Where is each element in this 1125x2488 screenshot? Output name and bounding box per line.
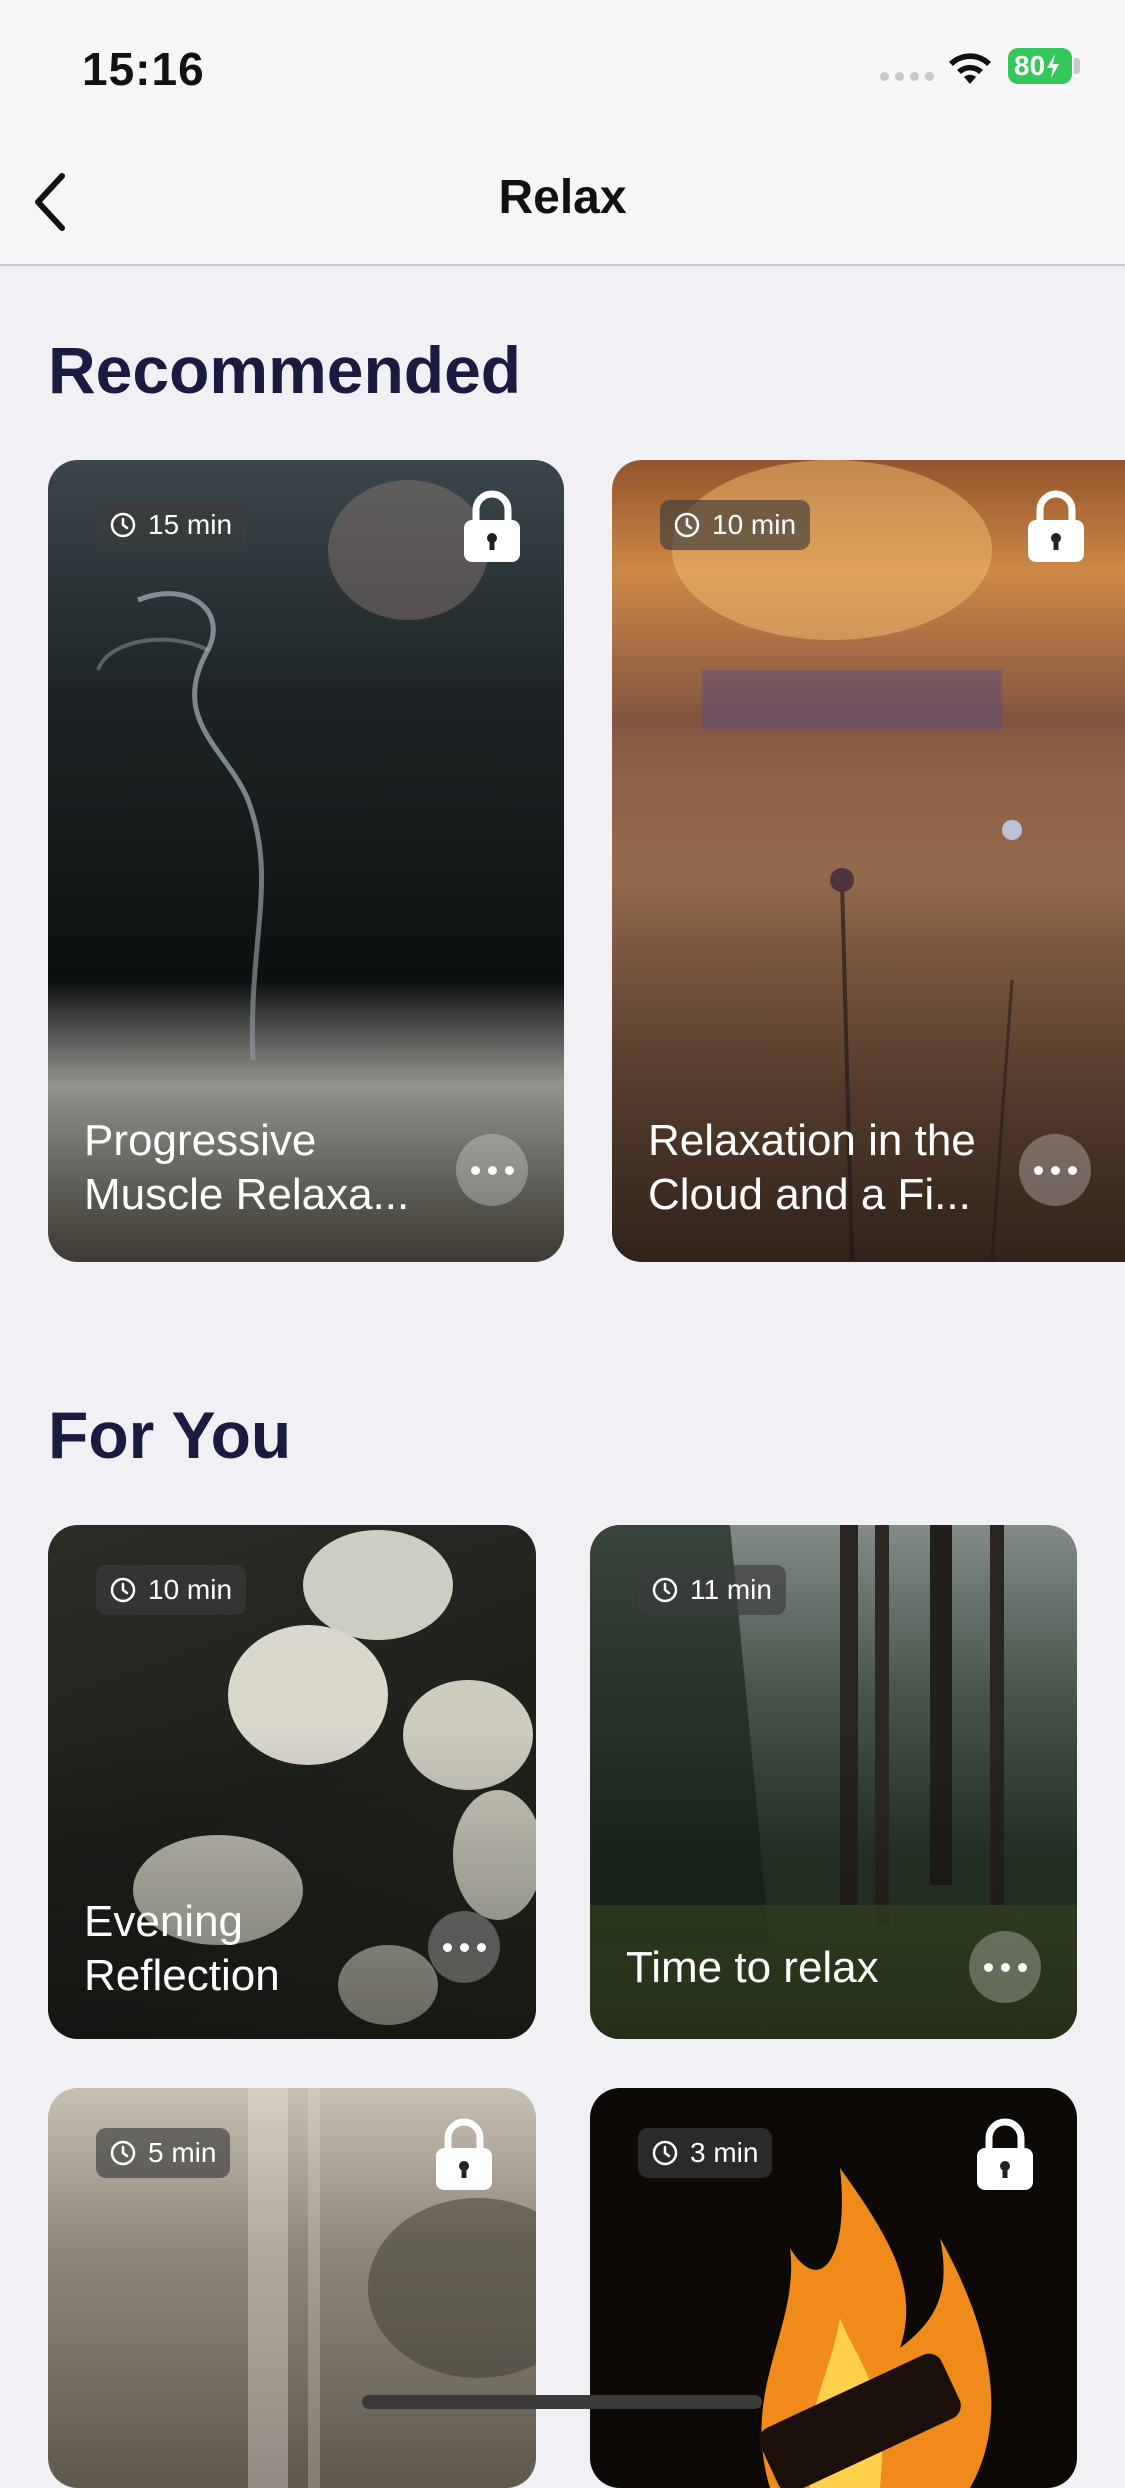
card-title: Relaxation in the Cloud and a Fi... [648,1116,976,1219]
card-3-min[interactable]: 3 min [590,2088,1077,2488]
duration-text: 15 min [148,509,233,540]
card-time-to-relax[interactable]: 11 min Time to relax [590,1525,1077,2039]
duration-text: 3 min [690,2137,759,2168]
timer-icon [652,1577,678,1603]
card-5-min[interactable]: 5 min [48,2088,536,2488]
more-button[interactable] [456,1134,528,1206]
home-indicator[interactable] [362,2395,762,2409]
duration-text: 11 min [690,1574,772,1605]
card-evening-reflection[interactable]: 10 min Evening Reflection [48,1525,536,2039]
lock-icon [1028,490,1084,562]
card-title: Time to relax [626,1943,879,1992]
duration-text: 5 min [148,2137,217,2168]
battery-tip [1074,58,1080,74]
page-title: Relax [498,171,627,224]
card-progressive-muscle-relaxation[interactable]: 15 min Progressive Muscle Relaxa... [48,460,564,1262]
duration-badge: 3 min [638,2128,773,2178]
navigation-bar: Relax [0,140,1125,266]
duration-badge: 15 min [96,500,247,550]
more-button[interactable] [969,1931,1041,2003]
duration-text: 10 min [148,1574,233,1605]
timer-icon [110,2140,136,2166]
timer-icon [110,512,136,538]
status-time: 15:16 [82,43,205,95]
lock-icon [436,2118,492,2190]
section-title-recommended: Recommended [48,333,522,407]
timer-icon [652,2140,678,2166]
card-title: Progressive Muscle Relaxa... [84,1116,410,1219]
timer-icon [110,1577,136,1603]
more-button[interactable] [1019,1134,1091,1206]
battery-icon: 80 [1008,48,1072,84]
status-bar: 15:16 80 [0,0,1125,140]
battery-level: 80 [1014,50,1046,81]
charging-icon [1047,54,1060,78]
card-title: Evening Reflection [84,1897,280,2000]
card-relaxation-cloud[interactable]: 10 min Relaxation in the Cloud and a Fi.… [612,460,1125,1262]
duration-badge: 5 min [96,2128,231,2178]
cellular-signal-icon [880,72,934,81]
lock-icon [464,490,520,562]
lock-icon [977,2118,1033,2190]
timer-icon [674,512,700,538]
more-button[interactable] [428,1911,500,1983]
duration-badge: 11 min [638,1565,786,1615]
wifi-icon [949,53,991,84]
duration-text: 10 min [712,509,797,540]
duration-badge: 10 min [96,1565,247,1615]
duration-badge: 10 min [660,500,811,550]
section-title-for-you: For You [48,1398,292,1472]
